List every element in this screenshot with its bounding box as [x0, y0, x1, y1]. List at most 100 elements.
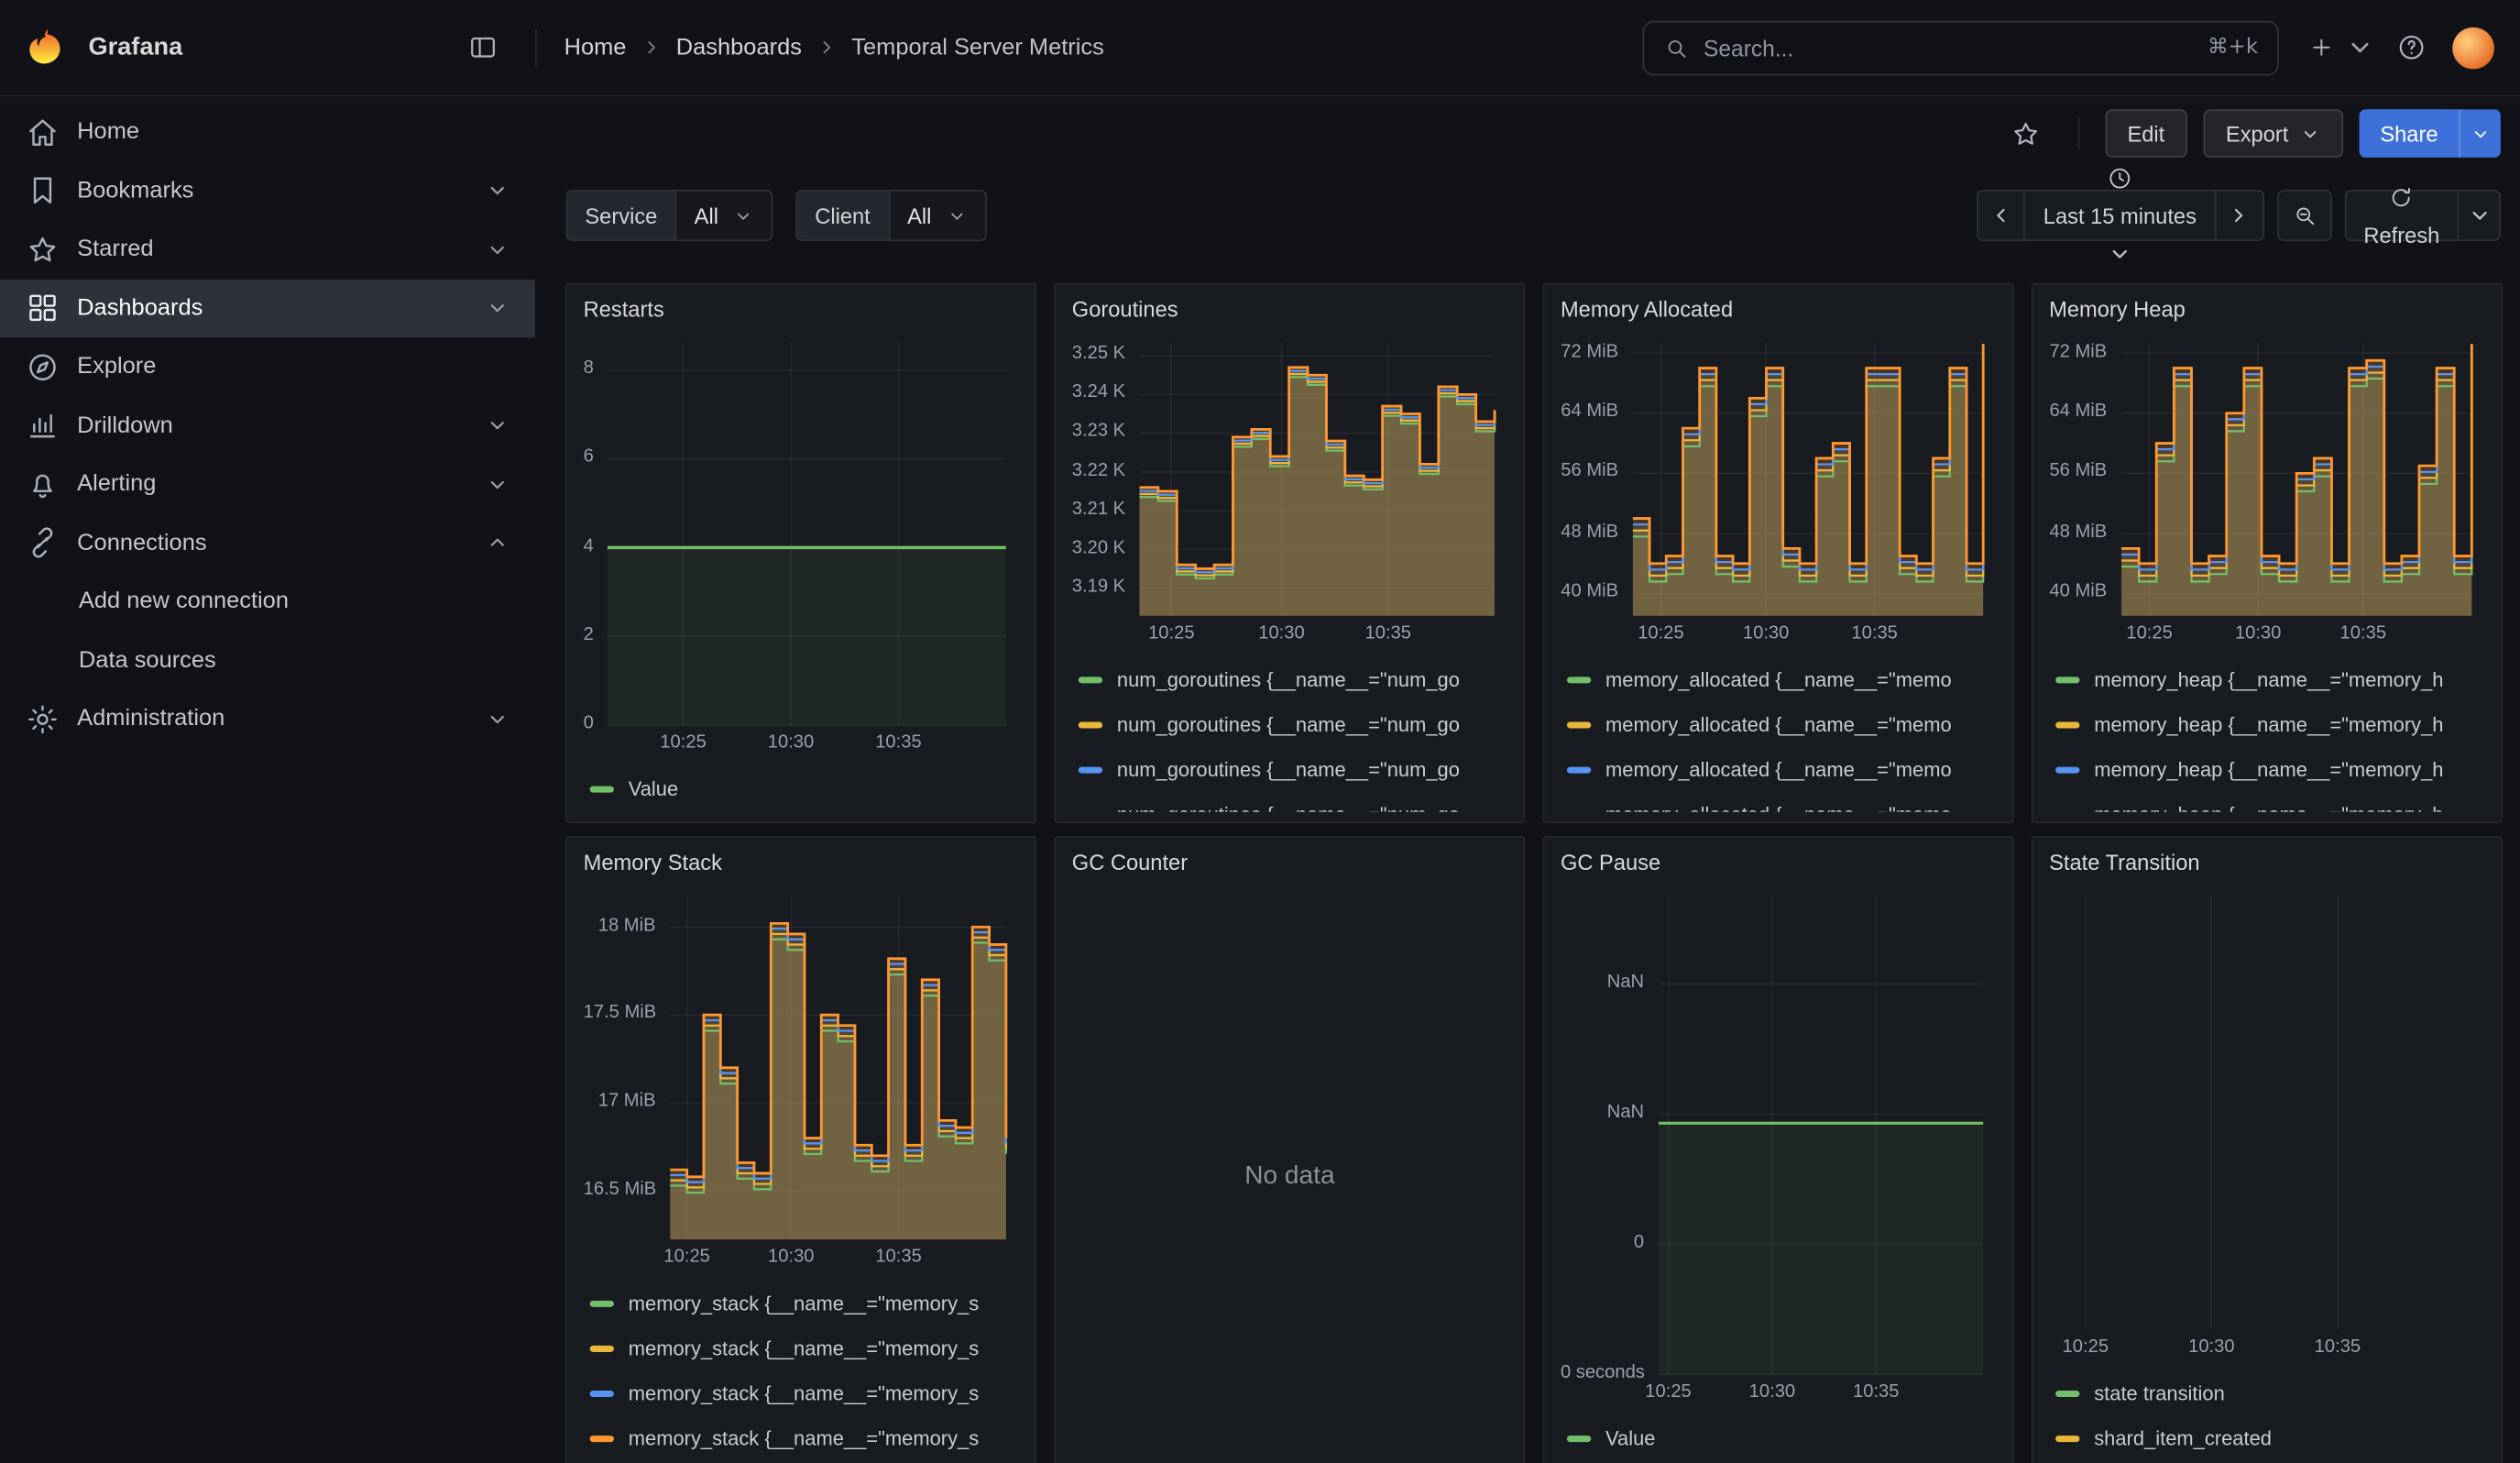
- time-range-label: Last 15 minutes: [2043, 204, 2197, 227]
- add-button[interactable]: [2301, 22, 2375, 73]
- panel-title[interactable]: GC Counter: [1072, 851, 1507, 883]
- help-button[interactable]: [2385, 22, 2437, 73]
- legend-item[interactable]: num_goroutines {__name__="num_go: [1079, 793, 1507, 812]
- breadcrumb-home[interactable]: Home: [564, 35, 627, 60]
- search-placeholder: Search...: [1704, 35, 1793, 60]
- header-actions: [2301, 22, 2493, 73]
- grafana-logo[interactable]: [26, 26, 69, 69]
- legend-item[interactable]: memory_heap {__name__="memory_h: [2055, 657, 2484, 702]
- chart-area[interactable]: 18 MiB17.5 MiB17 MiB16.5 MiB10:2510:3010…: [584, 892, 1019, 1271]
- service-filter-value[interactable]: All: [675, 190, 773, 241]
- sidebar-item-home[interactable]: Home: [0, 103, 535, 161]
- series-color-dash: [590, 1436, 614, 1442]
- sidebar-toggle-button[interactable]: [456, 22, 508, 73]
- panel-title[interactable]: Goroutines: [1072, 297, 1507, 329]
- share-button[interactable]: Share: [2360, 109, 2460, 158]
- legend-item[interactable]: memory_stack {__name__="memory_s: [590, 1282, 1019, 1326]
- panel-state-transition: State Transition 10:2510:3010:35 state tra…: [2032, 836, 2503, 1463]
- series-color-dash: [590, 786, 614, 793]
- sidebar-item-bookmarks[interactable]: Bookmarks: [0, 161, 535, 220]
- chart-area[interactable]: 3.25 K3.24 K3.23 K3.22 K3.21 K3.20 K3.19…: [1072, 339, 1507, 648]
- help-icon: [2395, 32, 2426, 62]
- chart-area[interactable]: 10:2510:3010:35: [2049, 892, 2484, 1361]
- legend-label: memory_heap {__name__="memory_h: [2094, 714, 2443, 737]
- sidebar-item-label: Add new connection: [79, 588, 289, 614]
- legend-item[interactable]: Value: [590, 767, 1019, 812]
- legend-item[interactable]: memory_allocated {__name__="memo: [1567, 657, 1996, 702]
- legend-item[interactable]: shard_item_created: [2055, 1416, 2484, 1461]
- legend-item[interactable]: Value: [1567, 1416, 1996, 1461]
- sidebar-item-alerting[interactable]: Alerting: [0, 455, 535, 513]
- legend-item[interactable]: memory_heap {__name__="memory_h: [2055, 793, 2484, 812]
- panel-title[interactable]: State Transition: [2049, 851, 2484, 883]
- sidebar-item-explore[interactable]: Explore: [0, 337, 535, 396]
- chart-area[interactable]: 8642010:2510:3010:35: [584, 339, 1019, 757]
- legend-item[interactable]: memory_allocated {__name__="memo: [1567, 793, 1996, 812]
- panel-legend: memory_stack {__name__="memory_smemory_s…: [584, 1282, 1019, 1461]
- breadcrumb-dashboards[interactable]: Dashboards: [676, 35, 802, 60]
- legend-label: num_goroutines {__name__="num_go: [1117, 759, 1460, 782]
- legend-item[interactable]: num_goroutines {__name__="num_go: [1079, 702, 1507, 747]
- sidebar-item-connections[interactable]: Connections: [0, 513, 535, 572]
- legend-label: num_goroutines {__name__="num_go: [1117, 669, 1460, 692]
- controls-row: Service All Client All: [565, 190, 2501, 241]
- legend-item[interactable]: num_goroutines {__name__="num_go: [1079, 748, 1507, 793]
- share-dropdown-button[interactable]: [2459, 109, 2501, 158]
- legend-label: memory_stack {__name__="memory_s: [629, 1427, 979, 1450]
- zoom-out-button[interactable]: [2277, 190, 2332, 241]
- series-color-dash: [2055, 676, 2079, 683]
- refresh-button[interactable]: Refresh: [2344, 190, 2459, 241]
- sidebar-item-administration[interactable]: Administration: [0, 689, 535, 748]
- legend-item[interactable]: memory_allocated {__name__="memo: [1567, 702, 1996, 747]
- client-filter-value[interactable]: All: [888, 190, 986, 241]
- favorite-star-button[interactable]: [2000, 108, 2052, 160]
- grafana-app: Grafana Home Dashboards Temporal Server …: [0, 0, 2520, 1463]
- legend-item[interactable]: memory_heap {__name__="memory_h: [2055, 748, 2484, 793]
- sidebar-item-dashboards[interactable]: Dashboards: [0, 279, 535, 337]
- panels-grid: Restarts 8642010:2510:3010:35 Value Gorouti…: [565, 283, 2502, 1463]
- user-avatar[interactable]: [2452, 27, 2494, 69]
- breadcrumb: Home Dashboards Temporal Server Metrics: [564, 35, 1104, 60]
- sidebar-item-data-sources[interactable]: Data sources: [0, 631, 535, 689]
- sidebar-item-label: Explore: [77, 354, 156, 380]
- time-forward-button[interactable]: [2216, 190, 2264, 241]
- legend-item[interactable]: memory_stack {__name__="memory_s: [590, 1416, 1019, 1461]
- panel-memory-heap: Memory Heap 72 MiB64 MiB56 MiB48 MiB40 Mi…: [2032, 283, 2503, 823]
- legend-item[interactable]: num_goroutines {__name__="num_go: [1079, 657, 1507, 702]
- legend-item[interactable]: memory_stack {__name__="memory_s: [590, 1371, 1019, 1416]
- panel-gc-counter: GC CounterNo data: [1054, 836, 1525, 1463]
- client-filter-label: Client: [795, 190, 888, 241]
- export-button[interactable]: Export: [2203, 109, 2343, 158]
- search-input[interactable]: Search... ⌘+k: [1642, 20, 2279, 75]
- chevron-down-icon: [733, 205, 754, 226]
- refresh-interval-button[interactable]: [2459, 190, 2501, 241]
- chevron-right-icon: [641, 37, 662, 58]
- chart-area[interactable]: NaNNaN00 seconds10:2510:3010:35: [1561, 892, 1996, 1406]
- gear-icon: [26, 702, 60, 736]
- sidebar-item-starred[interactable]: Starred: [0, 220, 535, 279]
- panel-title[interactable]: GC Pause: [1561, 851, 1996, 883]
- legend-item[interactable]: memory_stack {__name__="memory_s: [590, 1326, 1019, 1371]
- chart-area[interactable]: 72 MiB64 MiB56 MiB48 MiB40 MiB10:2510:30…: [1561, 339, 1996, 648]
- legend-item[interactable]: state transition: [2055, 1371, 2484, 1416]
- sidebar-item-label: Drilldown: [77, 412, 173, 438]
- body-row: HomeBookmarksStarredDashboards Explore Dri…: [0, 96, 2520, 1463]
- service-filter-label: Service: [565, 190, 674, 241]
- legend-label: memory_heap {__name__="memory_h: [2094, 759, 2443, 782]
- legend-item[interactable]: memory_allocated {__name__="memo: [1567, 748, 1996, 793]
- legend-item[interactable]: memory_heap {__name__="memory_h: [2055, 702, 2484, 747]
- legend-label: memory_stack {__name__="memory_s: [629, 1382, 979, 1405]
- chevron-down-icon: [486, 237, 509, 261]
- chevron-down-icon: [486, 413, 509, 437]
- time-back-button[interactable]: [1978, 190, 2026, 241]
- drilldown-icon: [26, 409, 60, 443]
- edit-button[interactable]: Edit: [2105, 109, 2187, 158]
- sidebar-item-drilldown[interactable]: Drilldown: [0, 396, 535, 455]
- panel-title[interactable]: Restarts: [584, 297, 1019, 329]
- panel-title[interactable]: Memory Allocated: [1561, 297, 1996, 329]
- sidebar-item-add-new-connection[interactable]: Add new connection: [0, 572, 535, 631]
- time-range-picker[interactable]: Last 15 minutes: [2026, 190, 2216, 241]
- chart-area[interactable]: 72 MiB64 MiB56 MiB48 MiB40 MiB10:2510:30…: [2049, 339, 2484, 648]
- panel-title[interactable]: Memory Heap: [2049, 297, 2484, 329]
- panel-title[interactable]: Memory Stack: [584, 851, 1019, 883]
